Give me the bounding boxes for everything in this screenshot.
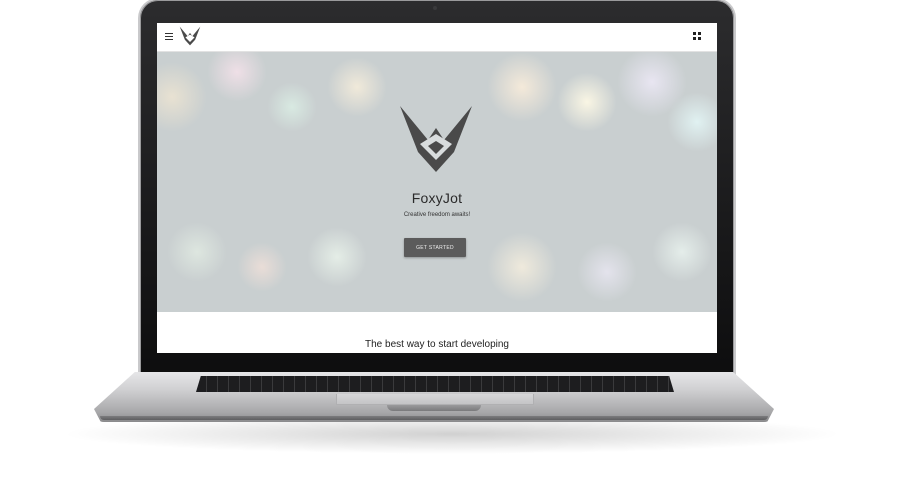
- bokeh-light: [667, 92, 717, 152]
- get-started-button[interactable]: GET STARTED: [404, 238, 466, 257]
- webcam: [433, 6, 437, 10]
- bokeh-light: [487, 232, 557, 302]
- bokeh-light: [327, 57, 387, 117]
- hamburger-icon[interactable]: [165, 33, 173, 40]
- laptop-screen: FoxyJot Creative freedom awaits! GET STA…: [157, 23, 717, 353]
- bokeh-light: [307, 227, 367, 287]
- bokeh-light: [157, 62, 207, 132]
- keyboard: [196, 376, 674, 392]
- bokeh-light: [267, 82, 317, 132]
- lid-notch: [387, 405, 481, 411]
- app-title: FoxyJot: [411, 190, 463, 206]
- app-tagline: Creative freedom awaits!: [403, 212, 471, 218]
- trackpad: [336, 394, 534, 405]
- grid-icon[interactable]: [693, 32, 701, 40]
- bokeh-light: [237, 242, 287, 292]
- bokeh-light: [167, 222, 227, 282]
- section-title: The best way to start developing: [365, 339, 509, 350]
- top-app-bar: [157, 23, 717, 52]
- bokeh-light: [557, 72, 617, 132]
- laptop-base-edge: [100, 416, 768, 420]
- fox-logo-icon[interactable]: [179, 26, 201, 46]
- hero-banner: FoxyJot Creative freedom awaits! GET STA…: [157, 52, 717, 312]
- bokeh-light: [207, 52, 267, 102]
- bokeh-light: [577, 242, 637, 302]
- fox-logo-icon: [400, 106, 472, 172]
- bokeh-light: [487, 52, 557, 122]
- bokeh-light: [652, 222, 712, 282]
